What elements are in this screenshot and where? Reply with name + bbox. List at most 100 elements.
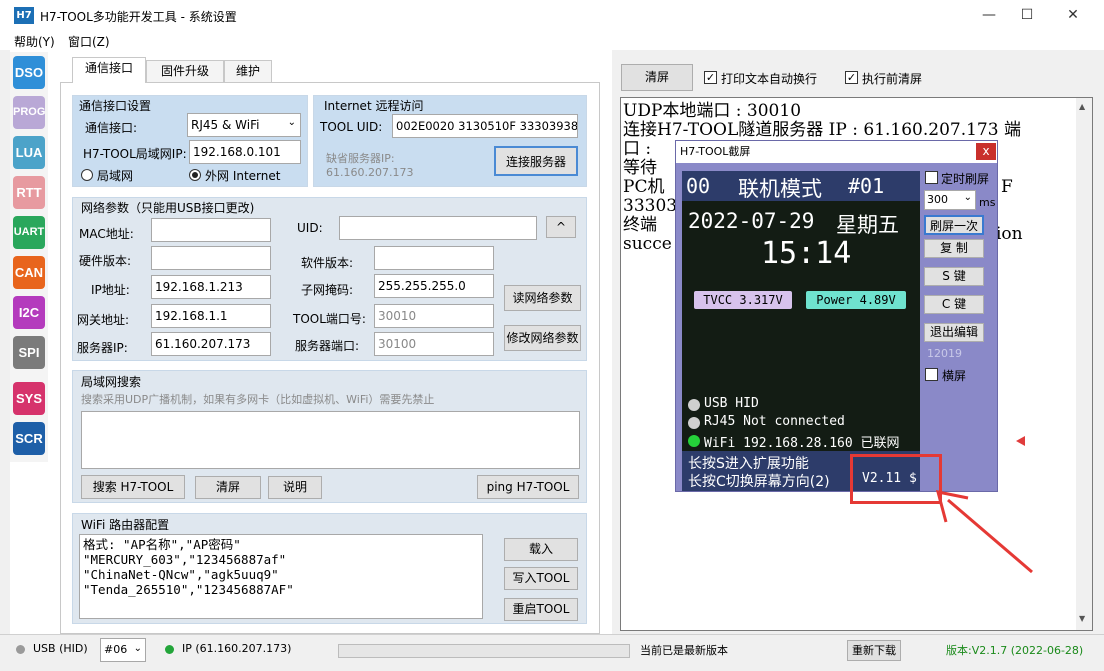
read-network-button[interactable]: 读网络参数 (504, 285, 581, 311)
timed-refresh-label: 定时刷屏 (941, 172, 990, 186)
help-button[interactable]: 说明 (268, 476, 322, 499)
server-ip-label: 服务器IP: (77, 341, 128, 355)
ip-label: IP地址: (91, 283, 130, 297)
comm-settings-group: 通信接口设置 通信接口: RJ45 & WiFi ⌄ H7-TOOL局域网IP:… (72, 95, 308, 187)
sidebar-item-scr[interactable]: SCR (13, 422, 45, 455)
s-key-button[interactable]: S 键 (924, 267, 984, 286)
network-title: 网络参数（只能用USB接口更改) (81, 201, 255, 215)
tab-comm[interactable]: 通信接口 (72, 57, 146, 83)
lcd-weekday: 星期五 (836, 213, 899, 237)
sidebar-item-rtt[interactable]: RTT (13, 176, 45, 209)
sidebar-item-can[interactable]: CAN (13, 256, 45, 289)
sw-label: 软件版本: (301, 256, 354, 270)
ip-input[interactable]: 192.168.1.213 (151, 275, 271, 299)
default-server-value: 61.160.207.173 (326, 166, 414, 179)
screen-capture-window: H7-TOOL截屏 x 00 联机模式 #01 2022-07-29 星期五 1… (675, 140, 998, 492)
sidebar-item-prog[interactable]: PROG (13, 96, 45, 129)
modify-network-button[interactable]: 修改网络参数 (504, 325, 581, 351)
load-button[interactable]: 载入 (504, 538, 578, 561)
radio-lan[interactable] (81, 169, 93, 181)
lcd-date: 2022-07-29 (688, 209, 815, 233)
clear-search-button[interactable]: 清屏 (195, 476, 261, 499)
mask-input[interactable]: 255.255.255.0 (374, 274, 494, 298)
wifi-line: "Tenda_265510","123456887AF" (83, 582, 294, 597)
lcd-time: 15:14 (761, 236, 852, 271)
server-port-label: 服务器端口: (295, 339, 360, 353)
menu-window[interactable]: 窗口(Z) (68, 33, 110, 50)
lcd-rj45: RJ45 Not connected (704, 414, 845, 429)
sw-input (374, 246, 494, 270)
console-tail: F (1001, 177, 1013, 197)
uid-input[interactable]: 002E0020 3130510F 33303938 (392, 114, 578, 138)
sidebar-item-uart[interactable]: UART (13, 216, 45, 249)
exit-edit-button[interactable]: 退出编辑 (924, 323, 984, 342)
annotation-arrow-icon (935, 490, 1033, 574)
scroll-down-icon[interactable]: ▼ (1079, 614, 1085, 623)
sidebar-item-sys[interactable]: SYS (13, 382, 45, 415)
progress-bar (338, 644, 630, 658)
lan-ip-input[interactable]: 192.168.0.101 (189, 140, 301, 164)
wifi-line: "MERCURY_603","123456887af" (83, 552, 287, 567)
sidebar-item-dso[interactable]: DSO (13, 56, 45, 89)
uid-net-label: UID: (297, 221, 323, 235)
server-port-input[interactable]: 30100 (374, 332, 494, 356)
write-tool-button[interactable]: 写入TOOL (504, 567, 578, 590)
caret-up-button[interactable]: ^ (546, 216, 576, 238)
search-result-box[interactable] (81, 411, 580, 469)
clear-console-button[interactable]: 清屏 (621, 64, 693, 91)
close-button[interactable]: ✕ (1050, 0, 1096, 32)
ip-dot-icon (165, 645, 174, 654)
search-tool-button[interactable]: 搜索 H7-TOOL (81, 475, 185, 499)
tab-maintain[interactable]: 维护 (224, 60, 272, 82)
sidebar-item-lua[interactable]: LUA (13, 136, 45, 169)
landscape-checkbox[interactable] (925, 368, 938, 381)
connect-server-button[interactable]: 连接服务器 (494, 146, 578, 176)
timed-refresh-checkbox[interactable] (925, 171, 938, 184)
maximize-button[interactable]: ☐ (1004, 0, 1050, 32)
mac-label: MAC地址: (79, 227, 134, 241)
interval-select[interactable]: 300 ⌄ (924, 190, 976, 210)
uid-net-input[interactable] (339, 216, 537, 240)
console-line: 连接H7-TOOL隧道服务器 IP : 61.160.207.173 端 (623, 120, 1021, 140)
copy-button[interactable]: 复 制 (924, 239, 984, 258)
hw-label: 硬件版本: (79, 254, 132, 268)
gw-input[interactable]: 192.168.1.1 (151, 304, 271, 328)
scroll-up-icon[interactable]: ▲ (1079, 102, 1085, 111)
autowrap-checkbox[interactable]: ✓ (704, 71, 717, 84)
lcd-screen: 00 联机模式 #01 2022-07-29 星期五 15:14 TVCC 3.… (682, 171, 920, 451)
iface-select[interactable]: RJ45 & WiFi ⌄ (187, 113, 301, 137)
console-scrollbar[interactable]: ▲ ▼ (1076, 98, 1092, 630)
lan-search-hint: 搜索采用UDP广播机制，如果有多网卡（比如虚拟机、WiFi）需要先禁止 (81, 393, 435, 406)
window-title: H7-TOOL多功能开发工具 - 系统设置 (40, 10, 237, 24)
menu-help[interactable]: 帮助(Y) (14, 33, 55, 50)
port-select[interactable]: #06 ⌄ (100, 638, 146, 662)
interval-value: 300 (927, 193, 948, 206)
sidebar-item-i2c[interactable]: I2C (13, 296, 45, 329)
refresh-once-button[interactable]: 刷屏一次 (924, 215, 984, 235)
capture-title: H7-TOOL截屏 (676, 141, 997, 163)
wifi-config-textarea[interactable]: 格式: "AP名称","AP密码" "MERCURY_603","1234568… (79, 534, 483, 619)
gw-label: 网关地址: (77, 313, 130, 327)
server-ip-input[interactable]: 61.160.207.173 (151, 332, 271, 356)
tool-port-input[interactable]: 30010 (374, 304, 494, 328)
c-key-button[interactable]: C 键 (924, 295, 984, 314)
lan-search-group: 局域网搜索 搜索采用UDP广播机制，如果有多网卡（比如虚拟机、WiFi）需要先禁… (72, 370, 587, 503)
lcd-wifi: WiFi 192.168.28.160 已联网 (704, 436, 900, 451)
uid-label: TOOL UID: (320, 120, 383, 134)
radio-wan[interactable] (189, 169, 201, 181)
redownload-button[interactable]: 重新下载 (847, 640, 901, 661)
clear-before-checkbox[interactable]: ✓ (845, 71, 858, 84)
tab-firmware[interactable]: 固件升级 (146, 60, 224, 82)
mac-input[interactable] (151, 218, 271, 242)
ms-label: ms (979, 196, 996, 209)
lcd-hint-c: 长按C切换屏幕方向(2) (688, 474, 830, 490)
capture-close-button[interactable]: x (976, 143, 996, 160)
status-usb: USB (HID) (33, 642, 88, 655)
ping-tool-button[interactable]: ping H7-TOOL (477, 475, 579, 499)
status-bar: USB (HID) #06 ⌄ IP (61.160.207.173) 当前已是… (0, 634, 1104, 671)
restart-tool-button[interactable]: 重启TOOL (504, 598, 578, 621)
sidebar-item-spi[interactable]: SPI (13, 336, 45, 369)
lcd-header: 00 联机模式 #01 (682, 171, 920, 201)
chevron-down-icon: ⌄ (133, 643, 142, 654)
chevron-down-icon: ⌄ (287, 117, 296, 128)
